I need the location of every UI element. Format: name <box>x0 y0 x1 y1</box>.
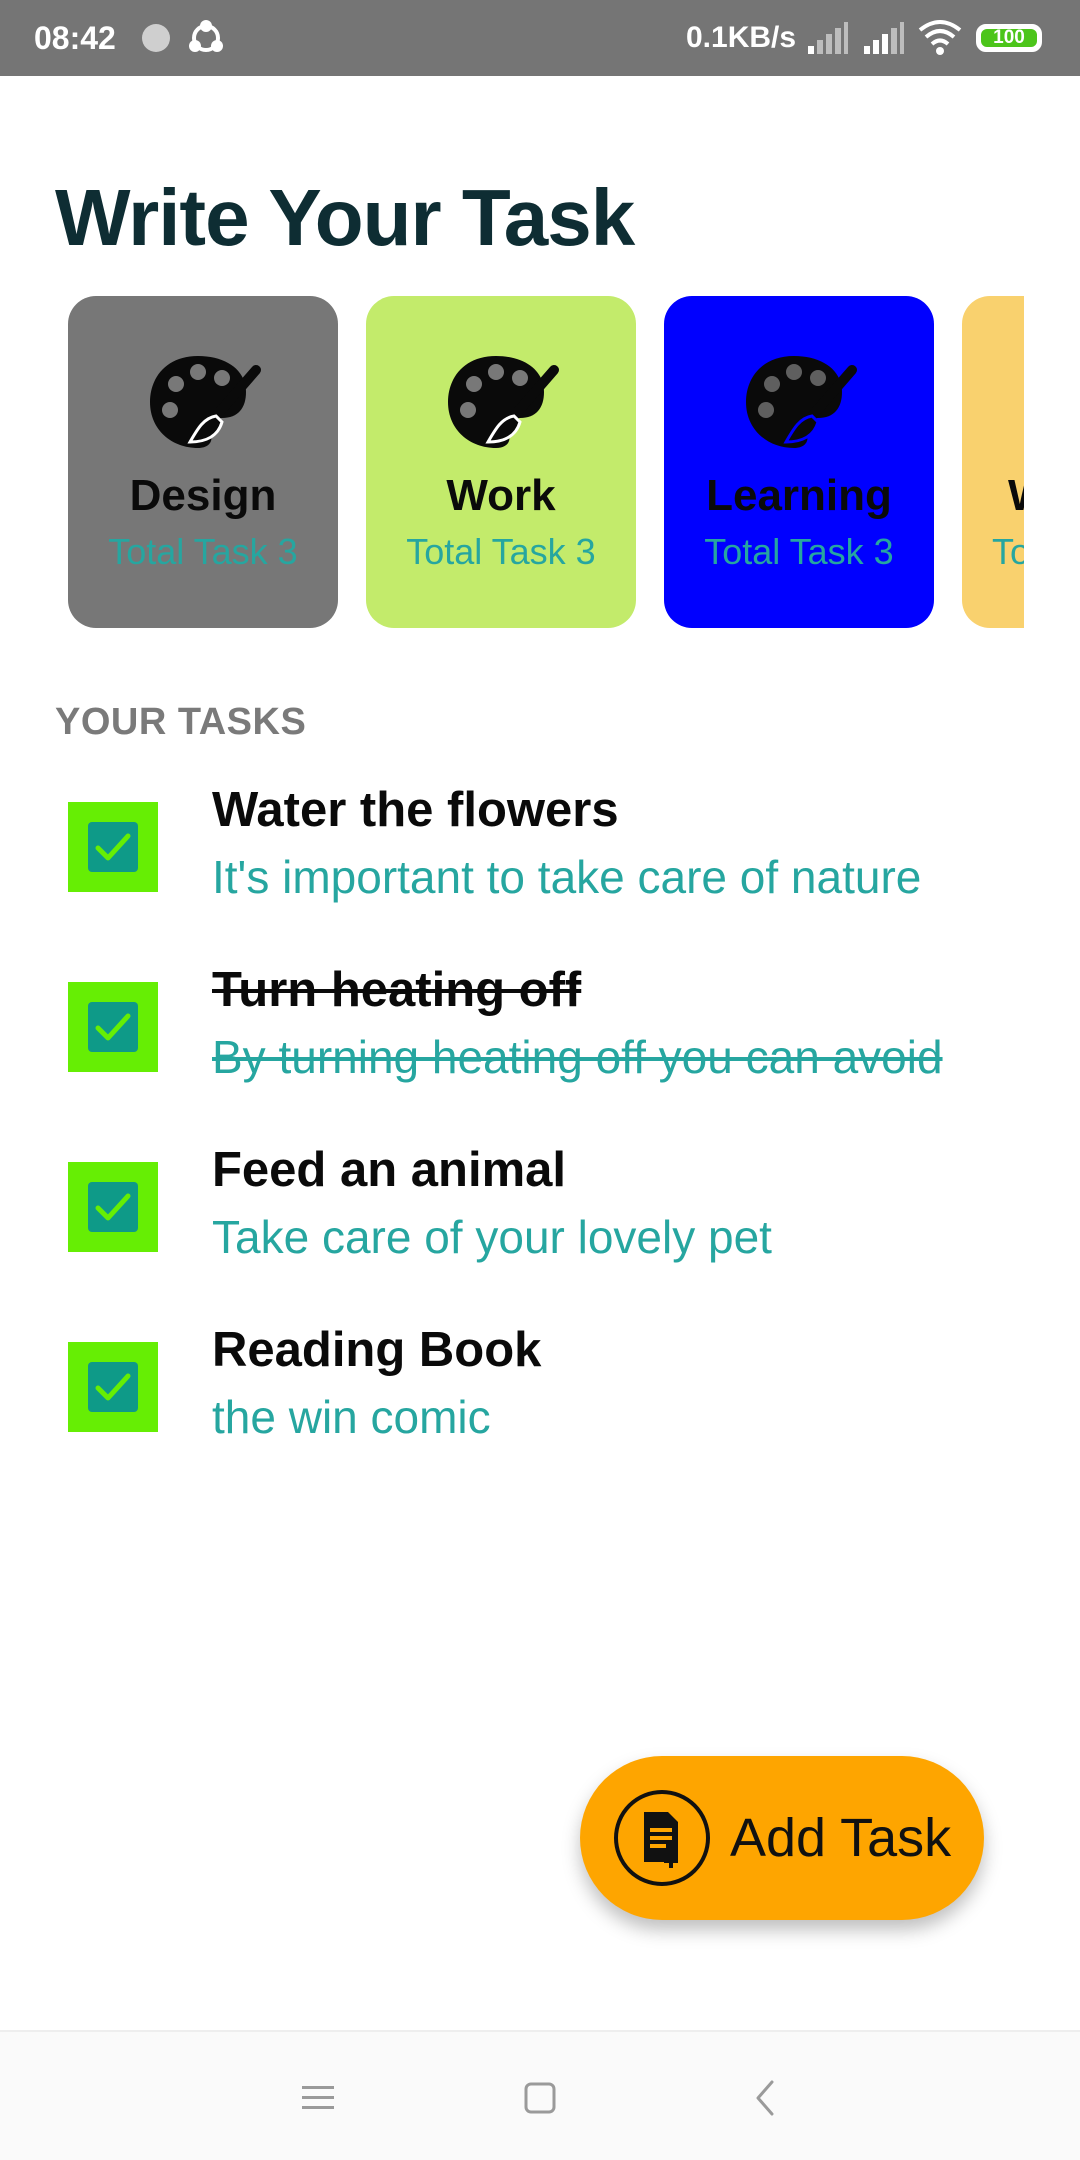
checkbox-box <box>88 1002 138 1052</box>
task-title: Reading Book <box>212 1323 542 1377</box>
category-count: Total Task 3 <box>704 531 894 572</box>
page-title: Write Your Task <box>55 173 635 262</box>
checkmark-icon <box>95 1373 131 1401</box>
battery-text: 100 <box>993 27 1025 48</box>
status-time: 08:42 <box>34 20 116 56</box>
task-description: By turning heating off you can avoid <box>212 1031 943 1083</box>
signal-icon-2 <box>864 22 904 54</box>
category-count: Total Task 3 <box>406 531 596 572</box>
palette-icon <box>448 356 559 448</box>
menu-icon[interactable] <box>296 2076 340 2120</box>
task-item[interactable]: Turn heating off By turning heating off … <box>0 958 1080 1118</box>
task-title: Water the flowers <box>212 783 619 837</box>
task-item[interactable]: Water the flowers It's important to take… <box>0 778 1080 938</box>
your-tasks-label: YOUR TASKS <box>55 701 307 743</box>
category-name: Design <box>129 471 277 520</box>
checkbox-box <box>88 1362 138 1412</box>
share-app-icon <box>189 20 223 52</box>
system-nav-bar <box>0 2030 1080 2160</box>
wifi-icon <box>918 20 962 55</box>
category-card-design[interactable]: Design Total Task 3 <box>68 296 338 628</box>
task-description: It's important to take care of nature <box>212 851 922 903</box>
checkbox-box <box>88 1182 138 1232</box>
category-name: Work <box>446 471 556 520</box>
signal-icon <box>808 22 848 54</box>
category-name: Learning <box>706 471 892 520</box>
document-plus-icon <box>644 1812 678 1868</box>
app-screen: 08:42 0.1KB/s 100 Write Your Task Design… <box>0 0 1080 2160</box>
task-checkbox[interactable] <box>68 802 158 892</box>
category-carousel[interactable]: Design Total Task 3 Work Total Task 3 Le… <box>0 296 1024 630</box>
task-title: Feed an animal <box>212 1143 567 1197</box>
task-item[interactable]: Reading Book the win comic <box>0 1318 1080 1478</box>
status-bar: 08:42 0.1KB/s 100 <box>0 0 1080 76</box>
task-description: the win comic <box>212 1391 491 1443</box>
network-speed: 0.1KB/s <box>686 21 797 54</box>
back-chevron-icon[interactable] <box>744 2076 788 2120</box>
task-checkbox[interactable] <box>68 1162 158 1252</box>
add-document-icon <box>614 1790 710 1886</box>
task-checkbox[interactable] <box>68 982 158 1072</box>
palette-icon <box>746 356 857 448</box>
task-title: Turn heating off <box>212 963 582 1017</box>
task-description: Take care of your lovely pet <box>212 1211 772 1263</box>
task-checkbox[interactable] <box>68 1342 158 1432</box>
home-square-icon[interactable] <box>518 2076 562 2120</box>
task-item[interactable]: Feed an animal Take care of your lovely … <box>0 1138 1080 1298</box>
battery-icon: 100 <box>976 24 1042 52</box>
category-name: W <box>962 466 1024 526</box>
add-task-button[interactable]: Add Task <box>580 1756 984 1920</box>
category-card-work[interactable]: Work Total Task 3 <box>366 296 636 628</box>
category-count: To <box>992 531 1024 572</box>
checkmark-icon <box>95 1193 131 1221</box>
palette-icon <box>150 356 261 448</box>
notification-dot-icon <box>142 24 170 52</box>
checkmark-icon <box>95 833 131 861</box>
category-count: Total Task 3 <box>108 531 298 572</box>
checkmark-icon <box>95 1013 131 1041</box>
add-task-label: Add Task <box>730 1808 952 1868</box>
category-card-learning[interactable]: Learning Total Task 3 <box>664 296 934 628</box>
checkbox-box <box>88 822 138 872</box>
category-card-partial[interactable]: W To <box>962 296 1024 628</box>
